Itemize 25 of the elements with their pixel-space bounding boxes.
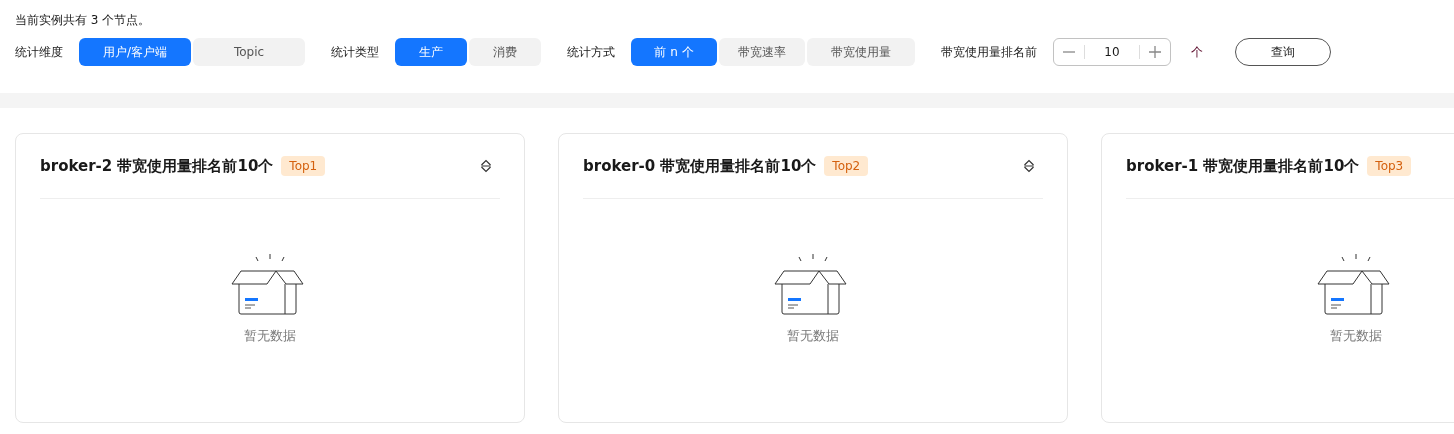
card-title: broker-1 带宽使用量排名前10个 [1126,156,1360,176]
sort-icon[interactable] [1023,159,1035,173]
segment-option[interactable]: 用户/客户端 [79,38,191,66]
segment-option[interactable]: 生产 [395,38,467,66]
unit-text: 个 [1191,43,1203,61]
rank-tag: Top2 [824,156,869,176]
segment-option[interactable]: 消费 [469,38,541,66]
empty-text: 暂无数据 [1330,327,1382,345]
segment-option[interactable]: 带宽速率 [719,38,805,66]
card-title: broker-0 带宽使用量排名前10个 [583,156,817,176]
empty-text: 暂无数据 [244,327,296,345]
filter-label: 统计类型 [331,43,379,61]
segment-option[interactable]: Topic [193,38,305,66]
filter-label: 统计方式 [567,43,615,61]
query-button[interactable]: 查询 [1235,38,1331,66]
rank-tag: Top3 [1367,156,1412,176]
summary-text: 当前实例共有 3 个节点。 [15,12,152,28]
rank-tag: Top1 [281,156,326,176]
rank-label: 带宽使用量排名前 [941,43,1037,61]
empty-text: 暂无数据 [787,327,839,345]
card-title: broker-2 带宽使用量排名前10个 [40,156,274,176]
segment-option[interactable]: 带宽使用量 [807,38,915,66]
filter-label: 统计维度 [15,43,63,61]
sort-icon[interactable] [480,159,492,173]
segment-option[interactable]: 前 n 个 [631,38,717,66]
